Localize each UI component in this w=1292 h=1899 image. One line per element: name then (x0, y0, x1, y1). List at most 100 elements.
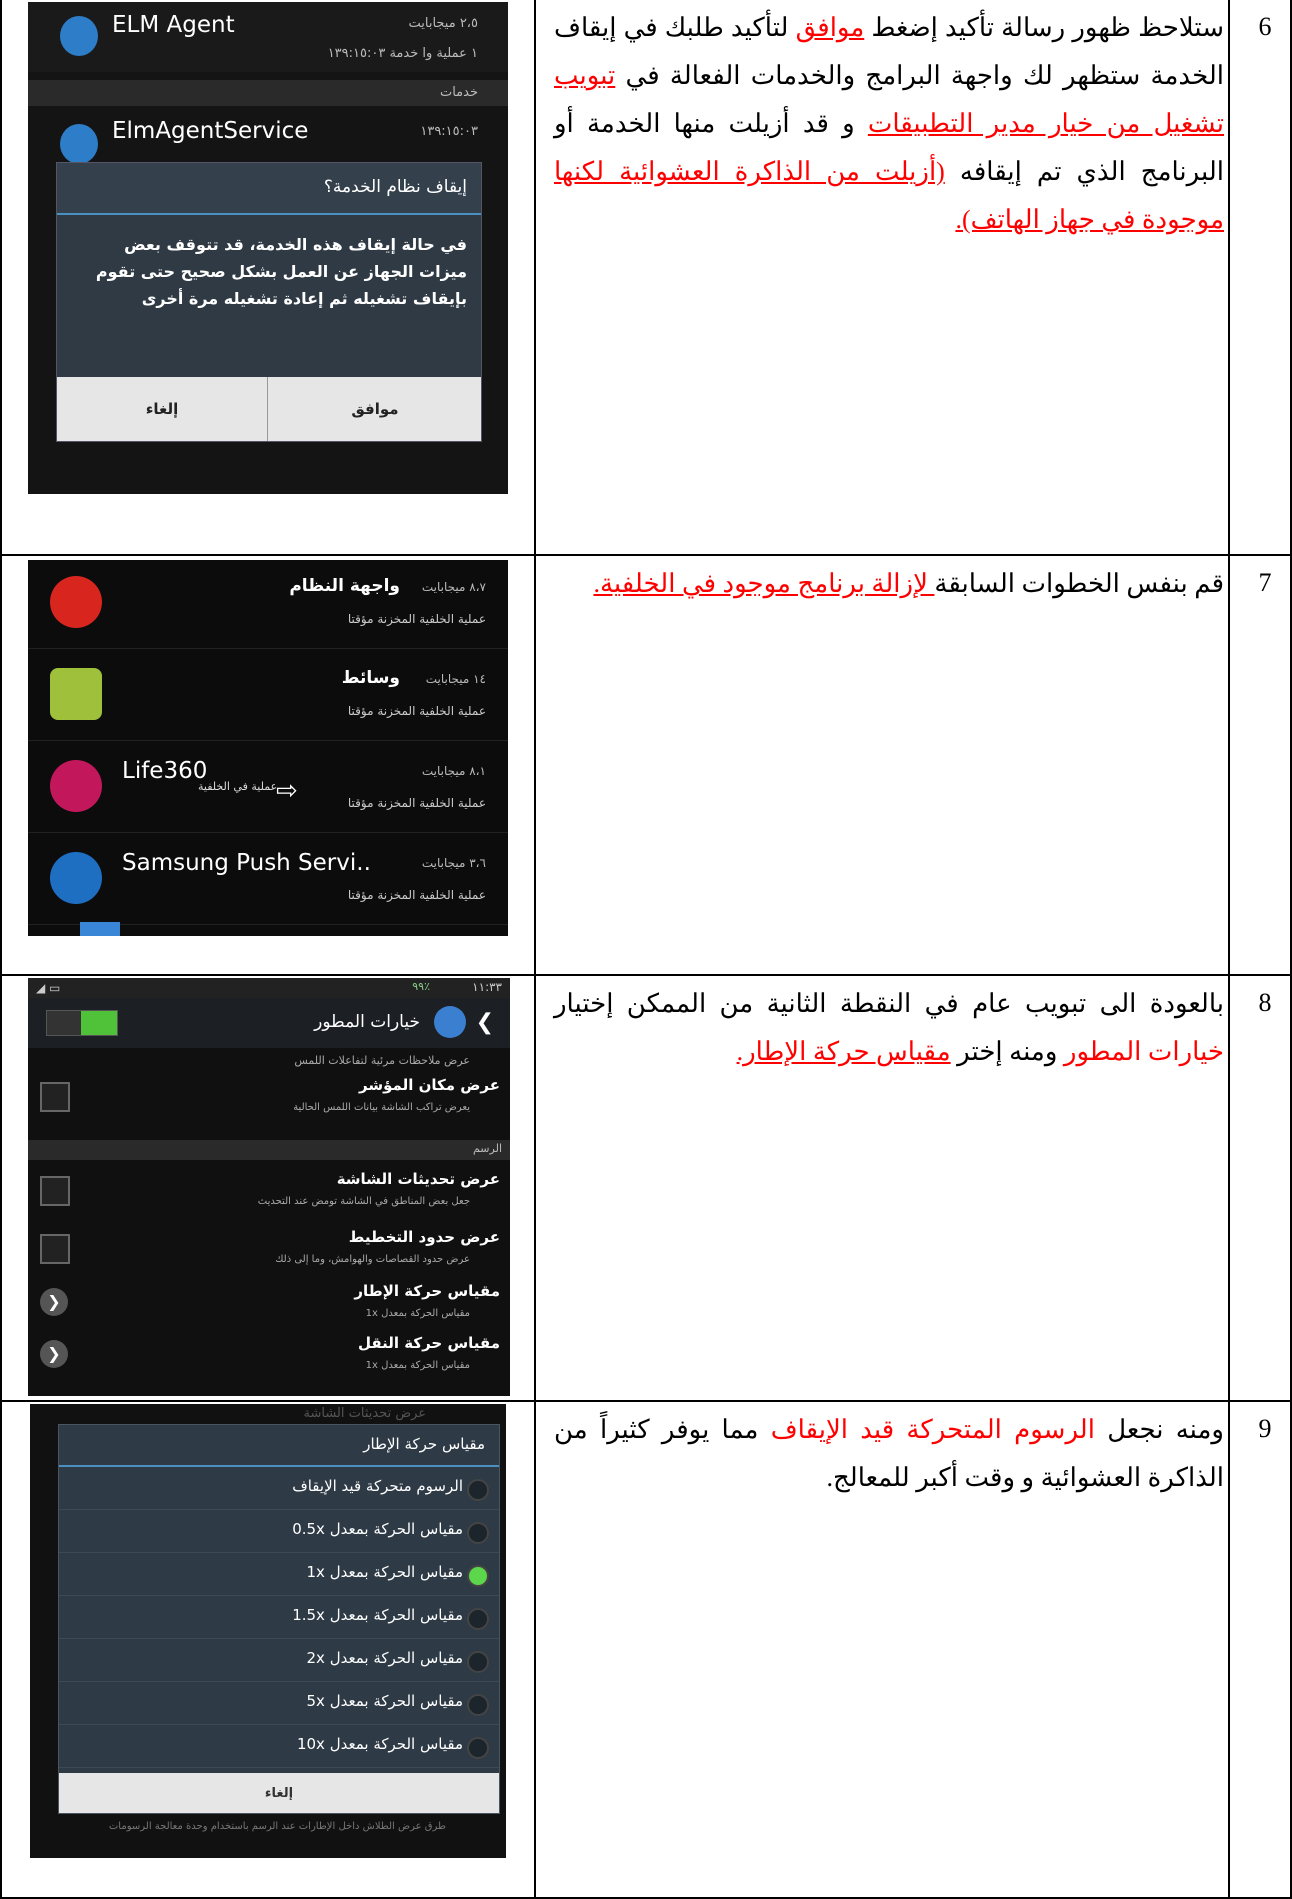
step-text: بالعودة الى تبويب عام في النقطة الثانية … (554, 980, 1224, 1076)
radio-icon (467, 1737, 489, 1759)
instructions-table: 6 ستلاحظ ظهور رسالة تأكيد إضغط موافق لتأ… (0, 0, 1292, 1899)
app-sub: ١ عملية وا خدمة ١٣٩:١٥:٠٣ (327, 46, 478, 61)
row-divider (0, 554, 1292, 556)
annotation-label: عملية في الخلفية (198, 780, 278, 793)
step-text: قم بنفس الخطوات السابقة لإزالة برنامج مو… (554, 560, 1224, 608)
app-sub: عملية الخلفية المخزنة مؤقتا (347, 704, 486, 718)
radio-option[interactable]: مقياس الحركة بمعدل 1x (59, 1553, 499, 1596)
app-size: ٨،١ ميجابايت (421, 764, 486, 778)
master-toggle[interactable] (46, 1010, 118, 1036)
row-divider (0, 974, 1292, 976)
option-label: مقياس الحركة بمعدل 0.5x (292, 1520, 463, 1538)
dialog-title: إيقاف نظام الخدمة؟ (323, 177, 467, 197)
column-divider (534, 0, 536, 1899)
row-divider (0, 1400, 1292, 1402)
gear-icon (434, 1006, 466, 1038)
option-row[interactable]: مقياس حركة النقل مقياس الحركة بمعدل 1x ❯ (28, 1330, 510, 1380)
option-row[interactable]: عرض تحديثات الشاشة جعل بعض المناطق في الش… (28, 1166, 510, 1216)
cancel-button[interactable]: إلغاء (59, 1773, 499, 1813)
app-size: ١٤ ميجابايت (425, 672, 486, 686)
option-title: مقياس حركة النقل (357, 1334, 500, 1352)
list-item[interactable]: وسائط ١٤ ميجابايت عملية الخلفية المخزنة مؤ… (28, 652, 508, 741)
option-sub: عرض ملاحظات مرئية لتفاعلات اللمس (294, 1054, 470, 1067)
option-row[interactable]: مقياس حركة الإطار مقياس الحركة بمعدل 1x ❯ (28, 1278, 510, 1328)
radio-icon (467, 1651, 489, 1673)
radio-icon (467, 1608, 489, 1630)
text-run: قم بنفس الخطوات السابقة (934, 569, 1224, 598)
highlight-text: الرسوم المتحركة قيد الإيقاف (770, 1415, 1095, 1444)
radio-selected-icon (467, 1565, 489, 1587)
option-sub: يعرض تراكب الشاشة بيانات اللمس الحالية (293, 1102, 470, 1113)
radio-option[interactable]: مقياس الحركة بمعدل 5x (59, 1682, 499, 1725)
list-item[interactable]: واجهة النظام ٨،٧ ميجابايت عملية الخلفية ال… (28, 560, 508, 649)
app-name: واجهة النظام (289, 576, 400, 596)
radio-icon (467, 1522, 489, 1544)
app-sub: عملية الخلفية المخزنة مؤقتا (347, 796, 486, 810)
step-number: 9 (1258, 1414, 1272, 1443)
app-name: ELM Agent (112, 12, 235, 38)
option-row[interactable]: عرض حدود التخطيط عرض حدود القصاصات والهوا… (28, 1224, 510, 1274)
android-icon (50, 668, 102, 720)
back-arrow-icon[interactable]: ❮ (476, 1010, 494, 1035)
radio-option[interactable]: مقياس الحركة بمعدل 2x (59, 1639, 499, 1682)
radio-icon (467, 1479, 489, 1501)
signal-icon: ◢ ▭ (36, 981, 61, 995)
highlight-text: خيارات المطور (1063, 1037, 1224, 1066)
cancel-button[interactable]: إلغاء (57, 377, 268, 441)
table-border-left (0, 0, 2, 1899)
radio-option[interactable]: مقياس الحركة بمعدل 1.5x (59, 1596, 499, 1639)
app-name: ElmAgentService (112, 118, 309, 144)
battery-level: ٩٩٪ (412, 980, 430, 993)
app-name: Samsung Push Servi.. (122, 850, 371, 876)
radio-option[interactable]: مقياس الحركة بمعدل 0.5x (59, 1510, 499, 1553)
app-size: ٨،٧ ميجابايت (421, 580, 486, 594)
section-label: الرسم (472, 1142, 502, 1155)
option-label: الرسوم متحركة قيد الإيقاف (292, 1477, 463, 1495)
ok-button[interactable]: موافق (269, 377, 481, 441)
chevron-right-icon[interactable]: ❯ (40, 1340, 68, 1368)
step-text: ومنه نجعل الرسوم المتحركة قيد الإيقاف مم… (554, 1406, 1224, 1502)
option-label: مقياس الحركة بمعدل 1.5x (292, 1606, 463, 1624)
app-icon (60, 124, 98, 164)
option-title: عرض حدود التخطيط (348, 1228, 500, 1246)
checkbox[interactable] (40, 1234, 70, 1264)
checkbox[interactable] (40, 1082, 70, 1112)
section-header: الرسم (28, 1140, 510, 1160)
dialog-header: مقياس حركة الإطار (59, 1425, 499, 1467)
app-name: وسائط (341, 668, 400, 688)
app-sub: عملية الخلفية المخزنة مؤقتا (347, 612, 486, 626)
arrow-icon: ⇨ (276, 776, 298, 806)
app-time: ١٣٩:١٥:٠٣ (420, 124, 478, 139)
background-option-title: عرض تحديثات الشاشة (303, 1406, 426, 1421)
chevron-right-icon[interactable]: ❯ (40, 1288, 68, 1316)
text-run: ومنه نجعل (1094, 1415, 1224, 1444)
checkbox[interactable] (40, 1176, 70, 1206)
column-divider (1228, 0, 1230, 1899)
section-label: خدمات (439, 85, 478, 100)
list-item: ElmAgentService ١٣٩:١٥:٠٣ (28, 108, 508, 168)
option-title: مقياس حركة الإطار (354, 1282, 500, 1300)
highlight-text: موافق (795, 13, 865, 42)
partial-app-icon (80, 922, 120, 936)
step-text: ستلاحظ ظهور رسالة تأكيد إضغط موافق لتأكي… (554, 4, 1224, 244)
section-header: خدمات (28, 80, 508, 106)
app-bar: ❮ خيارات المطور (28, 998, 510, 1048)
highlight-text: لإزالة برنامج موجود في الخلفية. (593, 569, 935, 598)
radio-option[interactable]: الرسوم متحركة قيد الإيقاف (59, 1467, 499, 1510)
option-sub: عرض حدود القصاصات والهوامش، وما إلى ذلك (275, 1254, 470, 1265)
list-item[interactable]: Samsung Push Servi.. ٣،٦ ميجابايت عملية ال… (28, 836, 508, 925)
text-run: ومنه إختر (950, 1037, 1064, 1066)
confirm-dialog: إيقاف نظام الخدمة؟ في حالة إيقاف هذه الخ… (56, 162, 482, 442)
option-sub: مقياس الحركة بمعدل 1x (365, 1308, 470, 1319)
app-name: Life360 (122, 758, 208, 784)
screenshot-stop-service-dialog: ELM Agent ٢،٥ ميجابايت ١ عملية وا خدمة ١… (28, 2, 508, 494)
dialog-button-bar: إلغاء موافق (57, 377, 481, 441)
option-title: عرض تحديثات الشاشة (336, 1170, 500, 1188)
option-row[interactable]: عرض مكان المؤشر يعرض تراكب الشاشة بيانات … (28, 1072, 510, 1122)
option-title: عرض مكان المؤشر (359, 1076, 500, 1094)
option-label: مقياس الحركة بمعدل 5x (306, 1692, 464, 1710)
app-sub: عملية الخلفية المخزنة مؤقتا (347, 888, 486, 902)
radio-option[interactable]: مقياس الحركة بمعدل 10x (59, 1725, 499, 1768)
status-bar: ١١:٣٣ ٩٩٪ ◢ ▭ (28, 978, 510, 998)
animation-scale-dialog: مقياس حركة الإطار الرسوم متحركة قيد الإي… (58, 1424, 500, 1814)
